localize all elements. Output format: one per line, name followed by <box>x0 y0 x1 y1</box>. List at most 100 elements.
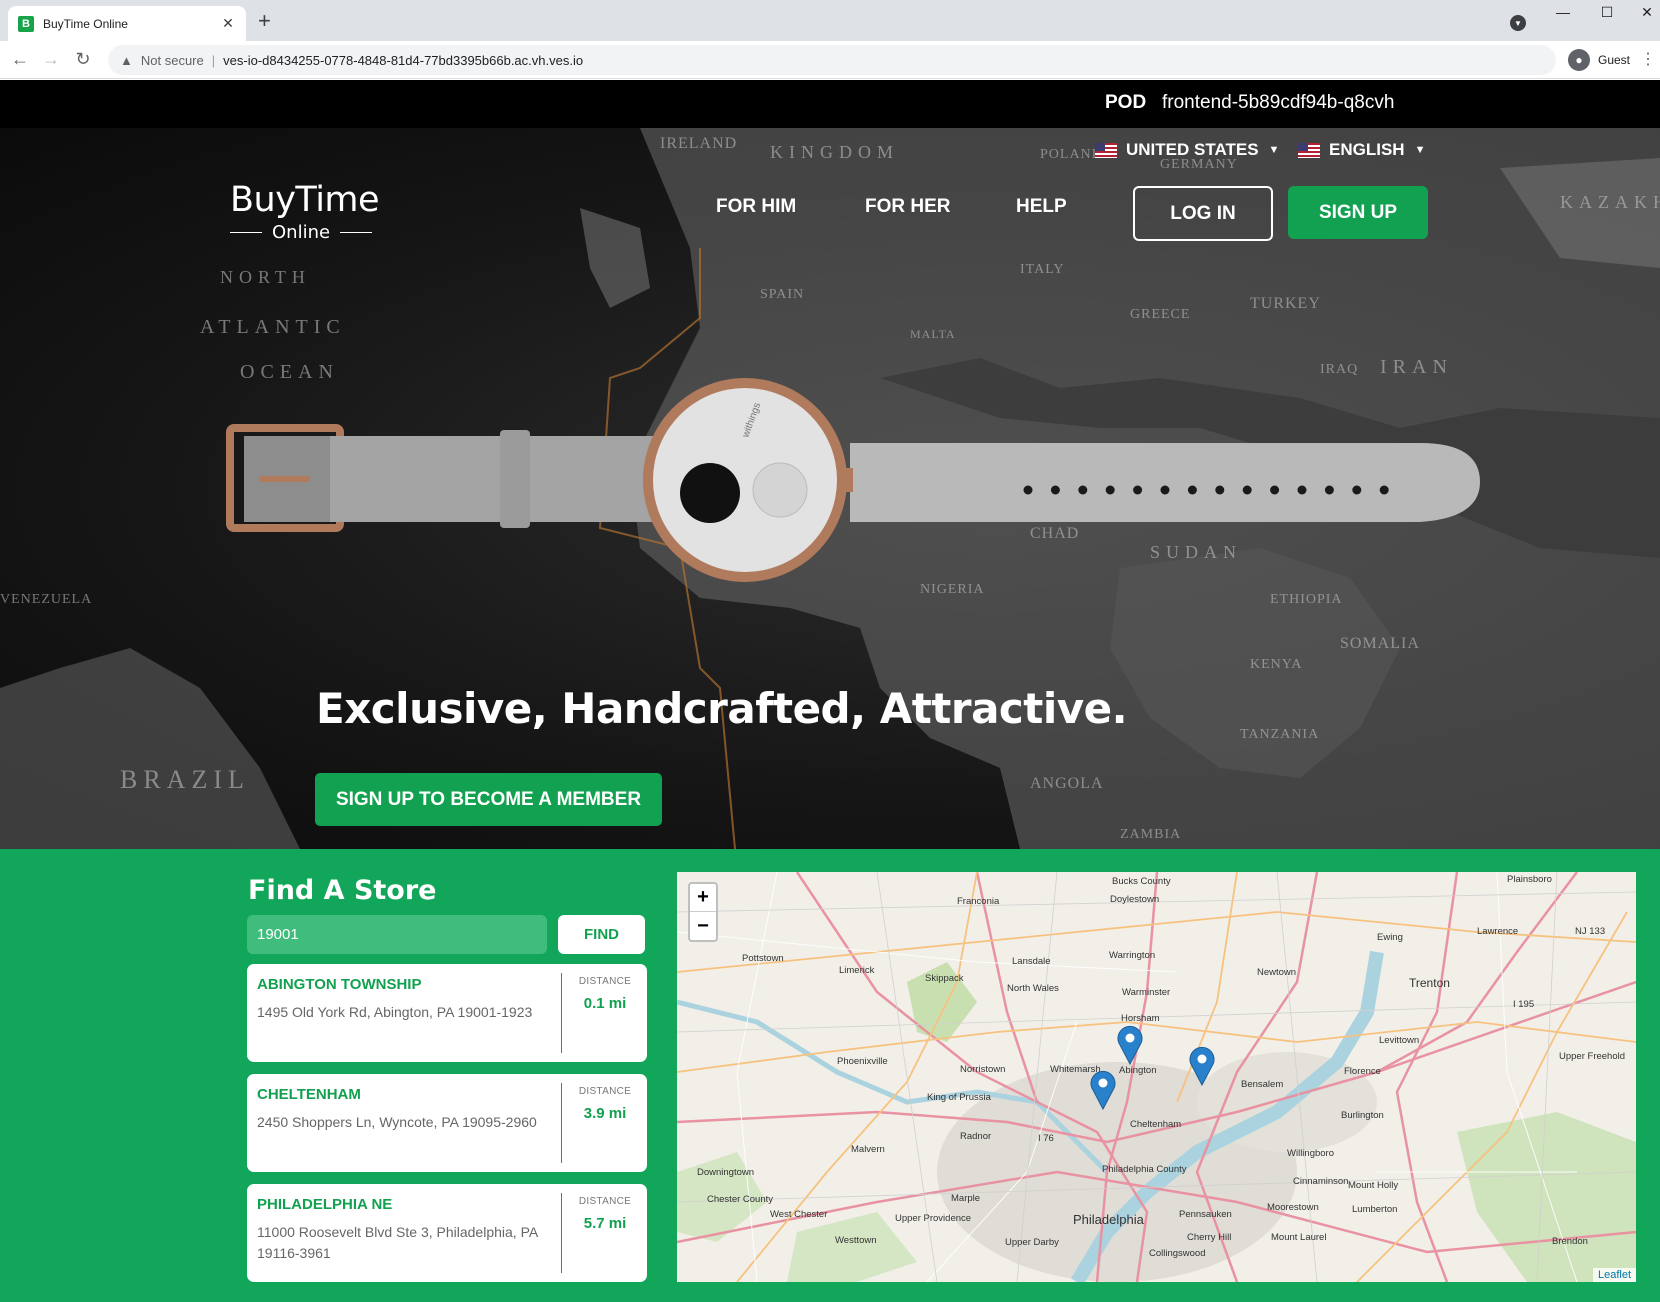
profile-button[interactable]: ● Guest <box>1562 46 1641 74</box>
profile-label: Guest <box>1598 53 1631 67</box>
login-button[interactable]: LOG IN <box>1133 186 1273 241</box>
logo[interactable]: BuyTime Online <box>230 180 380 243</box>
chevron-down-icon: ▼ <box>1414 144 1426 156</box>
map-place-label: Upper Freehold <box>1559 1051 1625 1062</box>
map-marker-icon[interactable] <box>1117 1025 1143 1065</box>
map-place-label: Bensalem <box>1241 1079 1283 1090</box>
map-place-label: Radnor <box>960 1131 991 1142</box>
menu-icon[interactable]: ⋮ <box>1640 49 1656 69</box>
address-bar[interactable]: ▲ Not secure | ves-io-d8434255-0778-4848… <box>108 45 1556 75</box>
map-place-label: Burlington <box>1341 1110 1384 1121</box>
minimize-icon[interactable]: — <box>1553 4 1573 20</box>
map-place-label: Philadelphia County <box>1102 1164 1187 1175</box>
distance-label: DISTANCE <box>578 1086 632 1097</box>
country-selector[interactable]: UNITED STATES ▼ <box>1095 140 1279 160</box>
map-place-label: Lumberton <box>1352 1204 1397 1215</box>
map-place-label: Westtown <box>835 1235 877 1246</box>
map-place-label: Brendon <box>1552 1236 1588 1247</box>
store-distance: 3.9 mi <box>583 1105 627 1122</box>
strap-hole <box>1023 485 1033 495</box>
map-place-label: Limerick <box>839 965 875 976</box>
signup-button[interactable]: SIGN UP <box>1288 186 1428 239</box>
map-word: ANGOLA <box>1030 775 1104 792</box>
map-place-label: Florence <box>1344 1066 1381 1077</box>
map-place-label: Norristown <box>960 1064 1005 1075</box>
zip-input[interactable] <box>247 915 547 954</box>
map-word: ITALY <box>1020 262 1064 277</box>
map-place-label: Horsham <box>1121 1013 1160 1024</box>
store-name: ABINGTON TOWNSHIP <box>257 976 422 993</box>
browser-toolbar: ← → ↻ ▲ Not secure | ves-io-d8434255-077… <box>0 41 1660 79</box>
store-card[interactable]: PHILADELPHIA NE 11000 Roosevelt Blvd Ste… <box>247 1184 647 1282</box>
strap-hole <box>1297 485 1307 495</box>
map-place-label: Phoenixville <box>837 1056 888 1067</box>
map-marker-icon[interactable] <box>1189 1046 1215 1086</box>
store-map[interactable]: Plainsboro Bucks County Doylestown Franconi… <box>677 872 1636 1282</box>
nav-help[interactable]: HELP <box>1016 196 1067 218</box>
reload-icon[interactable]: ↻ <box>72 49 94 70</box>
strap-hole <box>1160 485 1170 495</box>
map-place-label: Abington <box>1119 1065 1157 1076</box>
map-marker-icon[interactable] <box>1090 1070 1116 1110</box>
back-icon[interactable]: ← <box>9 49 31 70</box>
logo-main: BuyTime <box>230 180 380 220</box>
map-word: VENEZUELA <box>0 592 92 607</box>
tab-search-icon[interactable]: ▼ <box>1510 15 1526 31</box>
store-divider <box>561 973 562 1053</box>
map-word: GREECE <box>1130 307 1190 322</box>
store-address: 11000 Roosevelt Blvd Ste 3, Philadelphia… <box>257 1224 538 1261</box>
map-word: BRAZIL <box>120 765 250 794</box>
store-distance: 0.1 mi <box>583 995 627 1012</box>
strap-hole <box>1215 485 1225 495</box>
forward-icon[interactable]: → <box>40 49 62 70</box>
map-place-label: Plainsboro <box>1507 874 1552 885</box>
store-divider <box>561 1193 562 1273</box>
map-place-label: Bucks County <box>1112 876 1171 887</box>
map-place-label: North Wales <box>1007 983 1059 994</box>
url-text: ves-io-d8434255-0778-4848-81d4-77bd3395b… <box>223 52 584 68</box>
nav-for-her[interactable]: FOR HER <box>865 196 951 218</box>
map-word: NORTH <box>220 267 311 287</box>
map-word: ZAMBIA <box>1120 827 1181 842</box>
map-place-label: Marple <box>951 1193 980 1204</box>
new-tab-icon[interactable]: + <box>258 10 271 32</box>
browser-tab[interactable]: B BuyTime Online ✕ <box>8 6 246 41</box>
map-place-label: Mount Holly <box>1348 1180 1398 1191</box>
zoom-control: + − <box>688 882 718 942</box>
map-place-label: Cherry Hill <box>1187 1232 1231 1243</box>
us-flag-icon <box>1095 142 1117 158</box>
store-card[interactable]: CHELTENHAM 2450 Shoppers Ln, Wyncote, PA… <box>247 1074 647 1172</box>
nav-for-him[interactable]: FOR HIM <box>716 196 796 218</box>
not-secure-label: Not secure <box>140 52 204 68</box>
store-card[interactable]: ABINGTON TOWNSHIP 1495 Old York Rd, Abin… <box>247 964 647 1062</box>
person-icon: ● <box>1568 49 1590 71</box>
find-store-section: Find A Store FIND ABINGTON TOWNSHIP 1495… <box>0 849 1660 1302</box>
map-place-label: Levittown <box>1379 1035 1419 1046</box>
map-place-label: Philadelphia <box>1073 1212 1145 1227</box>
map-place-label: Pennsauken <box>1179 1209 1232 1220</box>
pod-label: POD <box>1105 92 1147 113</box>
map-word: IRELAND <box>660 135 737 152</box>
strap-hole <box>1324 485 1334 495</box>
hero-section: IRELANDKINGDOMPOLANDGERMANYKAZAKHNORTHAT… <box>0 128 1660 849</box>
zoom-in-button[interactable]: + <box>690 884 716 912</box>
maximize-icon[interactable]: ☐ <box>1597 4 1617 21</box>
strap-hole <box>1187 485 1197 495</box>
page: POD frontend-5b89cdf94b-q8cvh IRELAND KIN… <box>0 80 1660 1302</box>
map-place-label: I 195 <box>1513 999 1534 1010</box>
become-member-button[interactable]: SIGN UP TO BECOME A MEMBER <box>315 773 662 826</box>
map-place-label: Cinnaminson <box>1293 1176 1348 1187</box>
close-tab-icon[interactable]: ✕ <box>220 15 236 32</box>
logo-rule <box>340 232 373 233</box>
zoom-out-button[interactable]: − <box>690 912 716 940</box>
distance-label: DISTANCE <box>578 976 632 987</box>
strap-hole <box>1242 485 1252 495</box>
close-window-icon[interactable]: ✕ <box>1637 4 1657 21</box>
language-selector[interactable]: ENGLISH ▼ <box>1298 140 1425 160</box>
map-attribution[interactable]: Leaflet <box>1592 1268 1636 1282</box>
map-place-label: Lawrence <box>1477 926 1518 937</box>
find-button[interactable]: FIND <box>558 915 645 954</box>
map-place-label: Warminster <box>1122 987 1170 998</box>
map-place-label: Upper Providence <box>895 1213 971 1224</box>
map-place-label: Upper Darby <box>1005 1237 1059 1248</box>
